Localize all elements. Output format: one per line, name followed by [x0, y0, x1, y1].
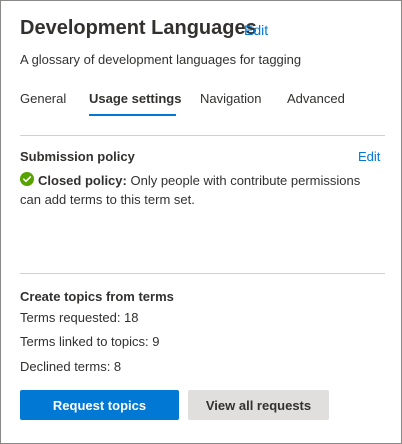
page-title: Development Languages — [20, 17, 257, 39]
request-topics-button[interactable]: Request topics — [20, 390, 179, 420]
create-topics-title: Create topics from terms — [20, 289, 174, 304]
active-tab-indicator — [89, 114, 176, 116]
policy-name: Closed policy: — [38, 173, 127, 188]
page-subtitle: A glossary of development languages for … — [20, 52, 302, 67]
terms-requested: Terms requested: 18 — [20, 310, 139, 325]
tab-navigation[interactable]: Navigation — [200, 91, 261, 106]
submission-policy-title: Submission policy — [20, 149, 135, 164]
terms-linked: Terms linked to topics: 9 — [20, 334, 160, 349]
policy-description: Closed policy: Only people with contribu… — [20, 171, 380, 209]
tab-advanced[interactable]: Advanced — [287, 91, 345, 106]
tab-usage-settings[interactable]: Usage settings — [89, 91, 181, 106]
divider — [20, 135, 385, 136]
term-set-panel: Development Languages Edit A glossary of… — [0, 0, 402, 444]
tab-general[interactable]: General — [20, 91, 66, 106]
submission-policy-edit-link[interactable]: Edit — [358, 149, 380, 164]
declined-terms: Declined terms: 8 — [20, 359, 122, 374]
view-all-requests-button[interactable]: View all requests — [188, 390, 329, 420]
title-edit-link[interactable]: Edit — [244, 22, 268, 38]
divider — [20, 273, 385, 274]
